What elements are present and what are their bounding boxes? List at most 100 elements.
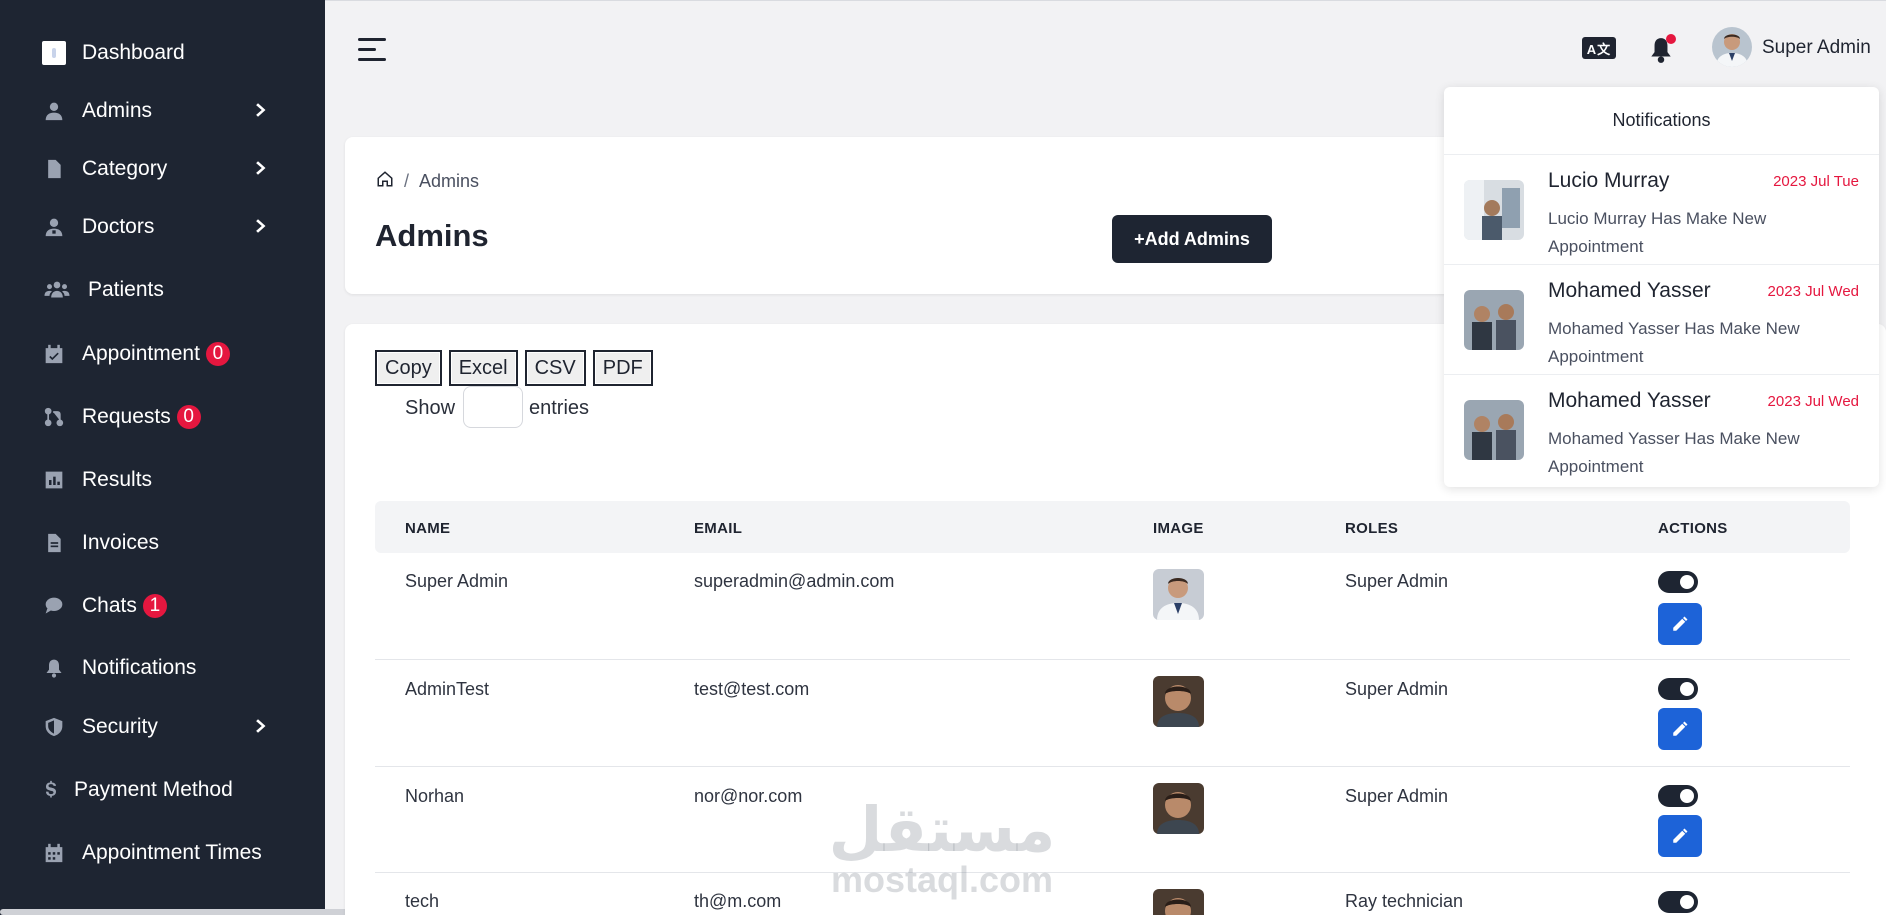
admin-image	[1153, 889, 1204, 915]
add-admins-button[interactable]: +Add Admins	[1112, 215, 1272, 263]
calendar-icon	[42, 841, 66, 865]
sidebar-item-label: Requests	[82, 405, 171, 428]
git-pull-request-icon	[42, 405, 66, 429]
notification-message: Mohamed Yasser Has Make New Appointment	[1548, 319, 1800, 366]
csv-button[interactable]: CSV	[524, 350, 586, 386]
notification-name: Lucio Murray	[1548, 169, 1670, 192]
admin-image	[1153, 783, 1204, 834]
column-header-actions[interactable]: ACTIONS	[1658, 520, 1728, 537]
column-header-image[interactable]: IMAGE	[1153, 520, 1204, 537]
notification-item[interactable]: Mohamed Yasser 2023 Jul Wed Mohamed Yass…	[1444, 375, 1879, 485]
notification-item[interactable]: Lucio Murray 2023 Jul Tue Lucio Murray H…	[1444, 155, 1879, 265]
notification-dot	[1666, 34, 1676, 44]
admin-name: tech	[405, 891, 440, 911]
breadcrumb-separator: /	[404, 171, 410, 191]
sidebar-item-label: Doctors	[82, 215, 155, 238]
admin-name: Norhan	[405, 786, 465, 806]
column-header-name[interactable]: NAME	[405, 520, 450, 537]
pencil-icon	[1673, 721, 1688, 736]
sidebar-item-label: Notifications	[82, 656, 197, 679]
status-toggle[interactable]	[1658, 571, 1698, 593]
notifications-bell-icon[interactable]	[1648, 34, 1676, 64]
invoice-icon	[42, 531, 66, 555]
chevron-right-icon	[252, 159, 272, 179]
sidebar-item-label: Dashboard	[82, 41, 185, 64]
sidebar-item-dashboard[interactable]: Dashboard	[42, 33, 282, 73]
notification-name: Mohamed Yasser	[1548, 279, 1711, 302]
bell-icon	[42, 656, 66, 680]
sidebar-item-invoices[interactable]: Invoices	[42, 523, 282, 563]
language-icon[interactable]: A文	[1582, 37, 1616, 59]
entries-select[interactable]	[463, 386, 523, 428]
table-row: tech th@m.com Ray technician	[375, 873, 1850, 915]
chart-bar-icon	[42, 468, 66, 492]
sidebar-item-doctors[interactable]: Doctors	[42, 207, 282, 247]
watermark-latin: mostaql.com	[830, 859, 1054, 900]
pdf-button[interactable]: PDF	[592, 350, 653, 386]
dashboard-logo-icon	[42, 41, 66, 65]
sidebar-item-chats[interactable]: Chats 1	[42, 586, 282, 626]
table-row: Super Admin superadmin@admin.com Super A…	[375, 553, 1850, 660]
notification-message: Mohamed Yasser Has Make New Appointment	[1548, 429, 1800, 476]
page-header-card	[345, 137, 1545, 294]
sidebar-item-appointment[interactable]: Appointment 0	[42, 334, 282, 374]
menu-toggle-icon[interactable]	[358, 38, 386, 62]
requests-count-badge: 0	[176, 405, 201, 429]
status-toggle[interactable]	[1658, 785, 1698, 807]
shield-icon	[42, 715, 66, 739]
admin-role: Super Admin	[1345, 571, 1449, 591]
table-row: Norhan nor@nor.com Super Admin	[375, 767, 1850, 873]
sidebar-item-patients[interactable]: Patients	[42, 270, 282, 310]
sidebar-item-security[interactable]: Security	[42, 707, 282, 747]
notification-name: Mohamed Yasser	[1548, 389, 1711, 412]
edit-button[interactable]	[1658, 708, 1702, 750]
sidebar-item-category[interactable]: Category	[42, 149, 282, 189]
export-buttons: Copy Excel CSV PDF	[375, 350, 653, 386]
admin-role: Super Admin	[1345, 679, 1449, 699]
watermark: مستقل mostaql.com	[827, 793, 1057, 900]
sidebar-item-admins[interactable]: Admins	[42, 91, 282, 131]
topbar-divider	[325, 0, 1886, 1]
calendar-check-icon	[42, 342, 66, 366]
edit-button[interactable]	[1658, 603, 1702, 645]
home-icon[interactable]	[376, 170, 394, 193]
sidebar-item-label: Appointment	[82, 342, 200, 365]
show-label: Show	[405, 397, 456, 419]
user-name[interactable]: Super Admin	[1762, 37, 1871, 59]
appointment-count-badge: 0	[205, 342, 230, 366]
notification-date: 2023 Jul Wed	[1767, 393, 1859, 410]
excel-button[interactable]: Excel	[448, 350, 518, 386]
pencil-icon	[1673, 616, 1688, 631]
sidebar-item-label: Category	[82, 157, 168, 180]
edit-button[interactable]	[1658, 815, 1702, 857]
sidebar-item-label: Patients	[88, 278, 164, 301]
status-toggle[interactable]	[1658, 891, 1698, 913]
sidebar-item-results[interactable]: Results	[42, 460, 282, 500]
column-header-email[interactable]: EMAIL	[694, 520, 742, 537]
sidebar-item-notifications[interactable]: Notifications	[42, 648, 282, 688]
notification-image	[1464, 180, 1524, 240]
status-toggle[interactable]	[1658, 678, 1698, 700]
file-icon	[42, 157, 66, 181]
admin-email: test@test.com	[694, 679, 810, 699]
sidebar-item-appointment-times[interactable]: Appointment Times	[42, 833, 282, 873]
sidebar-item-label: Admins	[82, 99, 153, 122]
watermark-arabic: مستقل	[828, 793, 1056, 866]
notification-item[interactable]: Mohamed Yasser 2023 Jul Wed Mohamed Yass…	[1444, 265, 1879, 375]
notification-date: 2023 Jul Wed	[1767, 283, 1859, 300]
sidebar-item-label: Results	[82, 468, 153, 491]
column-header-roles[interactable]: ROLES	[1345, 520, 1398, 537]
admin-role: Ray technician	[1345, 891, 1464, 911]
admin-name: AdminTest	[405, 679, 490, 699]
admin-name: Super Admin	[405, 571, 509, 591]
sidebar-item-label: Invoices	[82, 531, 160, 554]
copy-button[interactable]: Copy	[375, 350, 442, 386]
notifications-title: Notifications	[1444, 87, 1879, 155]
notification-image	[1464, 400, 1524, 460]
sidebar-item-payment-method[interactable]: Payment Method	[42, 770, 282, 810]
avatar[interactable]	[1712, 27, 1752, 67]
chats-count-badge: 1	[142, 594, 167, 618]
page-title: Admins	[375, 218, 489, 253]
pencil-icon	[1673, 828, 1688, 843]
sidebar-item-requests[interactable]: Requests 0	[42, 397, 282, 437]
